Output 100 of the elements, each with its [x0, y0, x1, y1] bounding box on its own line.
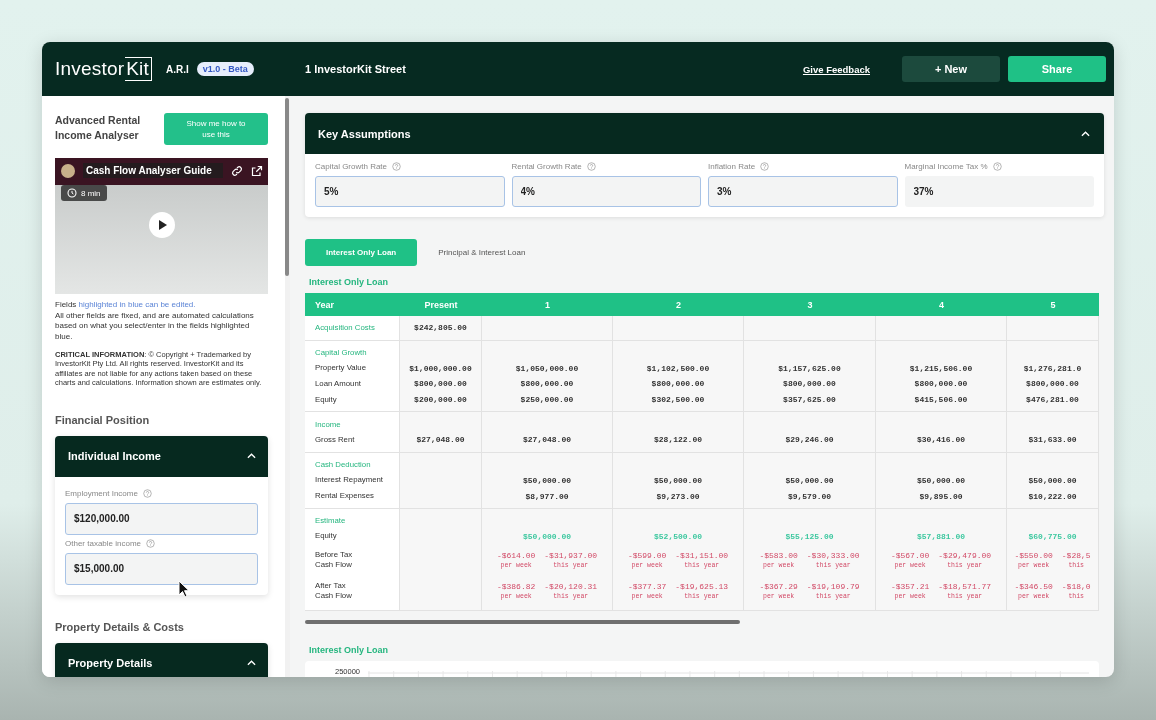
weekly-amount: -$583.00: [759, 550, 798, 560]
table-cell: $8,977.00: [525, 491, 569, 501]
column-header: Year: [305, 293, 400, 316]
yearly-amount: -$19,109.79: [806, 581, 860, 591]
column-header: 2: [613, 293, 744, 316]
input-field[interactable]: 5%: [315, 176, 505, 207]
table-cell: $50,000.00: [654, 475, 702, 485]
weekly-amount: -$550.00: [1014, 550, 1053, 560]
field-label: Marginal Income Tax %: [904, 162, 988, 171]
chevron-up-icon[interactable]: [247, 660, 256, 667]
fields-note: Fields highlighted in blue can be edited. All other fields are fixed, and are automated calculations based on what you select/enter in the fields highlighted blue.: [55, 300, 255, 343]
weekly-amount: -$386.82: [496, 581, 536, 591]
table-cell: $242,805.00: [414, 323, 467, 333]
field-label: Employment Income: [65, 488, 138, 498]
new-button[interactable]: + New: [902, 56, 1000, 82]
table-cell: $302,500.00: [651, 395, 705, 405]
chevron-up-icon[interactable]: [247, 453, 256, 460]
external-link-icon[interactable]: [251, 164, 263, 177]
horizontal-scrollbar[interactable]: [305, 620, 740, 625]
table-cell: $31,633.00: [1028, 435, 1077, 445]
weekly-amount: -$567.00: [890, 550, 930, 560]
table-cell: $9,579.00: [787, 491, 832, 501]
column-header: Present: [400, 293, 482, 316]
weekly-amount: -$367.29: [759, 581, 798, 591]
clock-icon: [67, 188, 77, 198]
yearly-amount: -$18,571.77: [938, 581, 992, 591]
video-title: Cash Flow Analyser Guide: [83, 163, 223, 178]
video-thumbnail[interactable]: Cash Flow Analyser Guide 8 min: [55, 158, 268, 294]
table-cell: $27,048.00: [523, 435, 571, 445]
panel-title: Property Details: [68, 657, 153, 670]
panel-header[interactable]: Individual Income: [55, 435, 268, 477]
input-field[interactable]: $120,000.00: [65, 502, 258, 535]
link-icon[interactable]: [231, 164, 243, 177]
table-cell: $50,000.00: [523, 531, 571, 541]
column-header: 3: [744, 293, 876, 316]
table-cell: $250,000.00: [520, 395, 574, 405]
panel-header[interactable]: Property Details: [55, 642, 268, 677]
table-cell: $800,000.00: [520, 379, 574, 389]
property-address: 1 InvestorKit Street: [305, 63, 407, 75]
panel-title: Individual Income: [68, 450, 161, 463]
table-cell: $200,000.00: [414, 395, 467, 405]
table-title: Interest Only Loan: [309, 277, 389, 287]
table-cell: $28,122.00: [654, 435, 702, 445]
play-icon[interactable]: [149, 212, 175, 238]
chart-title: Interest Only Loan: [309, 645, 389, 656]
loan-tab[interactable]: Principal & Interest Loan: [417, 239, 547, 266]
table-cell: $415,506.00: [914, 395, 968, 405]
section-heading: Financial Position: [55, 413, 151, 426]
table-cell: $1,215,506.00: [909, 363, 973, 373]
table-cell: $1,157,625.00: [778, 363, 841, 373]
table-cell: $60,775.00: [1028, 531, 1077, 541]
input-field[interactable]: $15,000.00: [65, 552, 258, 585]
scrollbar[interactable]: [285, 98, 289, 276]
video-duration: 8 min: [81, 188, 101, 198]
section-heading: Property Details & Costs: [55, 620, 185, 633]
field-label: Rental Growth Rate: [511, 162, 582, 171]
yearly-amount: -$19,625.13: [675, 581, 729, 591]
table-cell: $1,102,500.00: [646, 363, 710, 373]
sidebar-title: Advanced Rental Income Analyser: [55, 113, 142, 143]
table-cell: $55,125.00: [785, 531, 834, 541]
panel-title: Key Assumptions: [318, 127, 411, 140]
table-cell: $10,222.00: [1028, 491, 1077, 501]
version-badge: v1.0 - Beta: [196, 62, 254, 76]
yearly-amount: -$18,0: [1061, 581, 1091, 591]
table-cell: $1,276,281.0: [1023, 363, 1082, 373]
input-field[interactable]: 3%: [708, 176, 898, 207]
table-cell: $50,000.00: [917, 475, 965, 485]
panel-header[interactable]: Key Assumptions: [305, 113, 1104, 154]
table-cell: $57,881.00: [917, 531, 965, 541]
field-label: Other taxable income: [65, 538, 142, 548]
table-cell: $800,000.00: [651, 379, 705, 389]
input-field[interactable]: 4%: [511, 176, 701, 207]
table-cell: $9,273.00: [656, 491, 700, 501]
app-name: A.R.I: [165, 63, 189, 75]
table-cell: $1,000,000.00: [409, 363, 472, 373]
weekly-amount: -$377.37: [627, 581, 667, 591]
yearly-amount: -$20,120.31: [544, 581, 598, 591]
weekly-amount: -$599.00: [627, 550, 667, 560]
column-header: 5: [1007, 293, 1099, 316]
table-cell: $476,281.00: [1026, 395, 1079, 405]
yearly-amount: -$29,479.00: [938, 550, 992, 560]
yearly-amount: -$31,151.00: [675, 550, 729, 560]
weekly-amount: -$346.50: [1014, 581, 1053, 591]
table-cell: $800,000.00: [414, 379, 467, 389]
chevron-up-icon[interactable]: [1081, 130, 1090, 137]
column-header: 4: [876, 293, 1007, 316]
weekly-amount: -$357.21: [890, 581, 930, 591]
field-label: Capital Growth Rate: [315, 162, 388, 171]
table-cell: $30,416.00: [917, 435, 965, 445]
table-cell: $50,000.00: [785, 475, 834, 485]
input-field[interactable]: 37%: [904, 176, 1094, 207]
yearly-amount: -$28,5: [1061, 550, 1091, 560]
yearly-amount: -$31,937.00: [544, 550, 598, 560]
table-cell: $800,000.00: [914, 379, 968, 389]
weekly-amount: -$614.00: [496, 550, 536, 560]
table-cell: $9,895.00: [919, 491, 963, 501]
feedback-link[interactable]: Give Feedback: [802, 63, 870, 75]
table-cell: $50,000.00: [523, 475, 571, 485]
table-cell: $50,000.00: [1028, 475, 1077, 485]
table-cell: $357,625.00: [783, 395, 836, 405]
